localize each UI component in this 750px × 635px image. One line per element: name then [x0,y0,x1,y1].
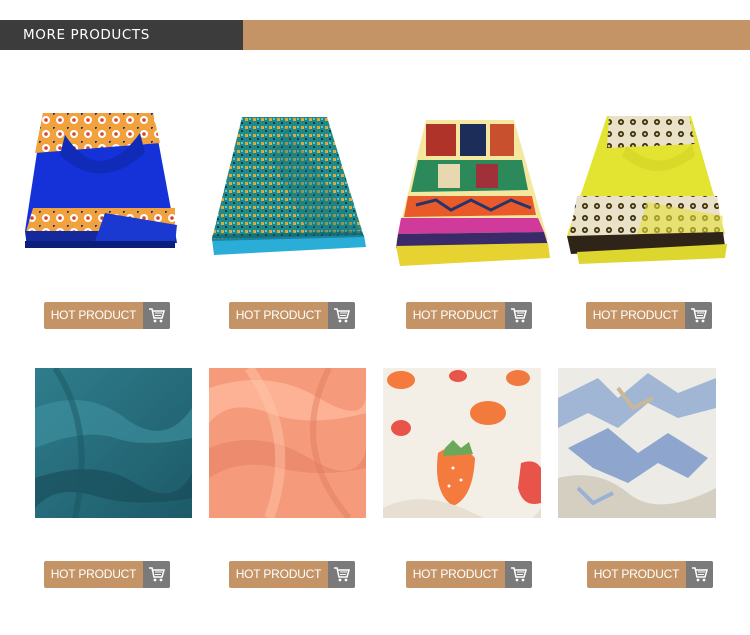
product-image-yellow-floral-wax-print[interactable] [567,116,727,266]
product-image-teal-plain-fabric[interactable] [35,368,192,518]
hot-product-label: HOT PRODUCT [235,308,322,322]
shopping-cart-icon[interactable] [328,302,355,329]
shopping-cart-icon[interactable] [685,302,712,329]
hot-product-button-3[interactable]: HOT PRODUCT [406,302,532,329]
product-image-royal-blue-wax-print[interactable] [25,113,177,260]
hot-product-label: HOT PRODUCT [412,308,499,322]
section-header-tab: MORE PRODUCTS [0,20,243,50]
hot-product-label: HOT PRODUCT [50,567,137,581]
product-image-teal-geometric-wax-print[interactable] [212,117,366,263]
product-image-peach-plain-fabric[interactable] [209,368,366,518]
product-image-strawberry-print-fabric[interactable] [383,368,541,518]
hot-product-label: HOT PRODUCT [235,567,322,581]
hot-product-label: HOT PRODUCT [412,567,499,581]
hot-product-button-1[interactable]: HOT PRODUCT [44,302,170,329]
hot-product-button-8[interactable]: HOT PRODUCT [587,561,713,588]
hot-product-label: HOT PRODUCT [592,308,679,322]
product-image-blue-abstract-print-fabric[interactable] [558,368,716,518]
hot-product-button-4[interactable]: HOT PRODUCT [586,302,712,329]
hot-product-label: HOT PRODUCT [593,567,680,581]
shopping-cart-icon[interactable] [143,302,170,329]
hot-product-label: HOT PRODUCT [50,308,137,322]
section-title: MORE PRODUCTS [23,27,150,43]
hot-product-button-7[interactable]: HOT PRODUCT [406,561,532,588]
shopping-cart-icon[interactable] [328,561,355,588]
shopping-cart-icon[interactable] [143,561,170,588]
section-header: MORE PRODUCTS [0,20,750,50]
shopping-cart-icon[interactable] [686,561,713,588]
hot-product-button-2[interactable]: HOT PRODUCT [229,302,355,329]
shopping-cart-icon[interactable] [505,302,532,329]
hot-product-button-6[interactable]: HOT PRODUCT [229,561,355,588]
hot-product-button-5[interactable]: HOT PRODUCT [44,561,170,588]
product-image-kente-wax-print[interactable] [396,120,550,268]
shopping-cart-icon[interactable] [505,561,532,588]
